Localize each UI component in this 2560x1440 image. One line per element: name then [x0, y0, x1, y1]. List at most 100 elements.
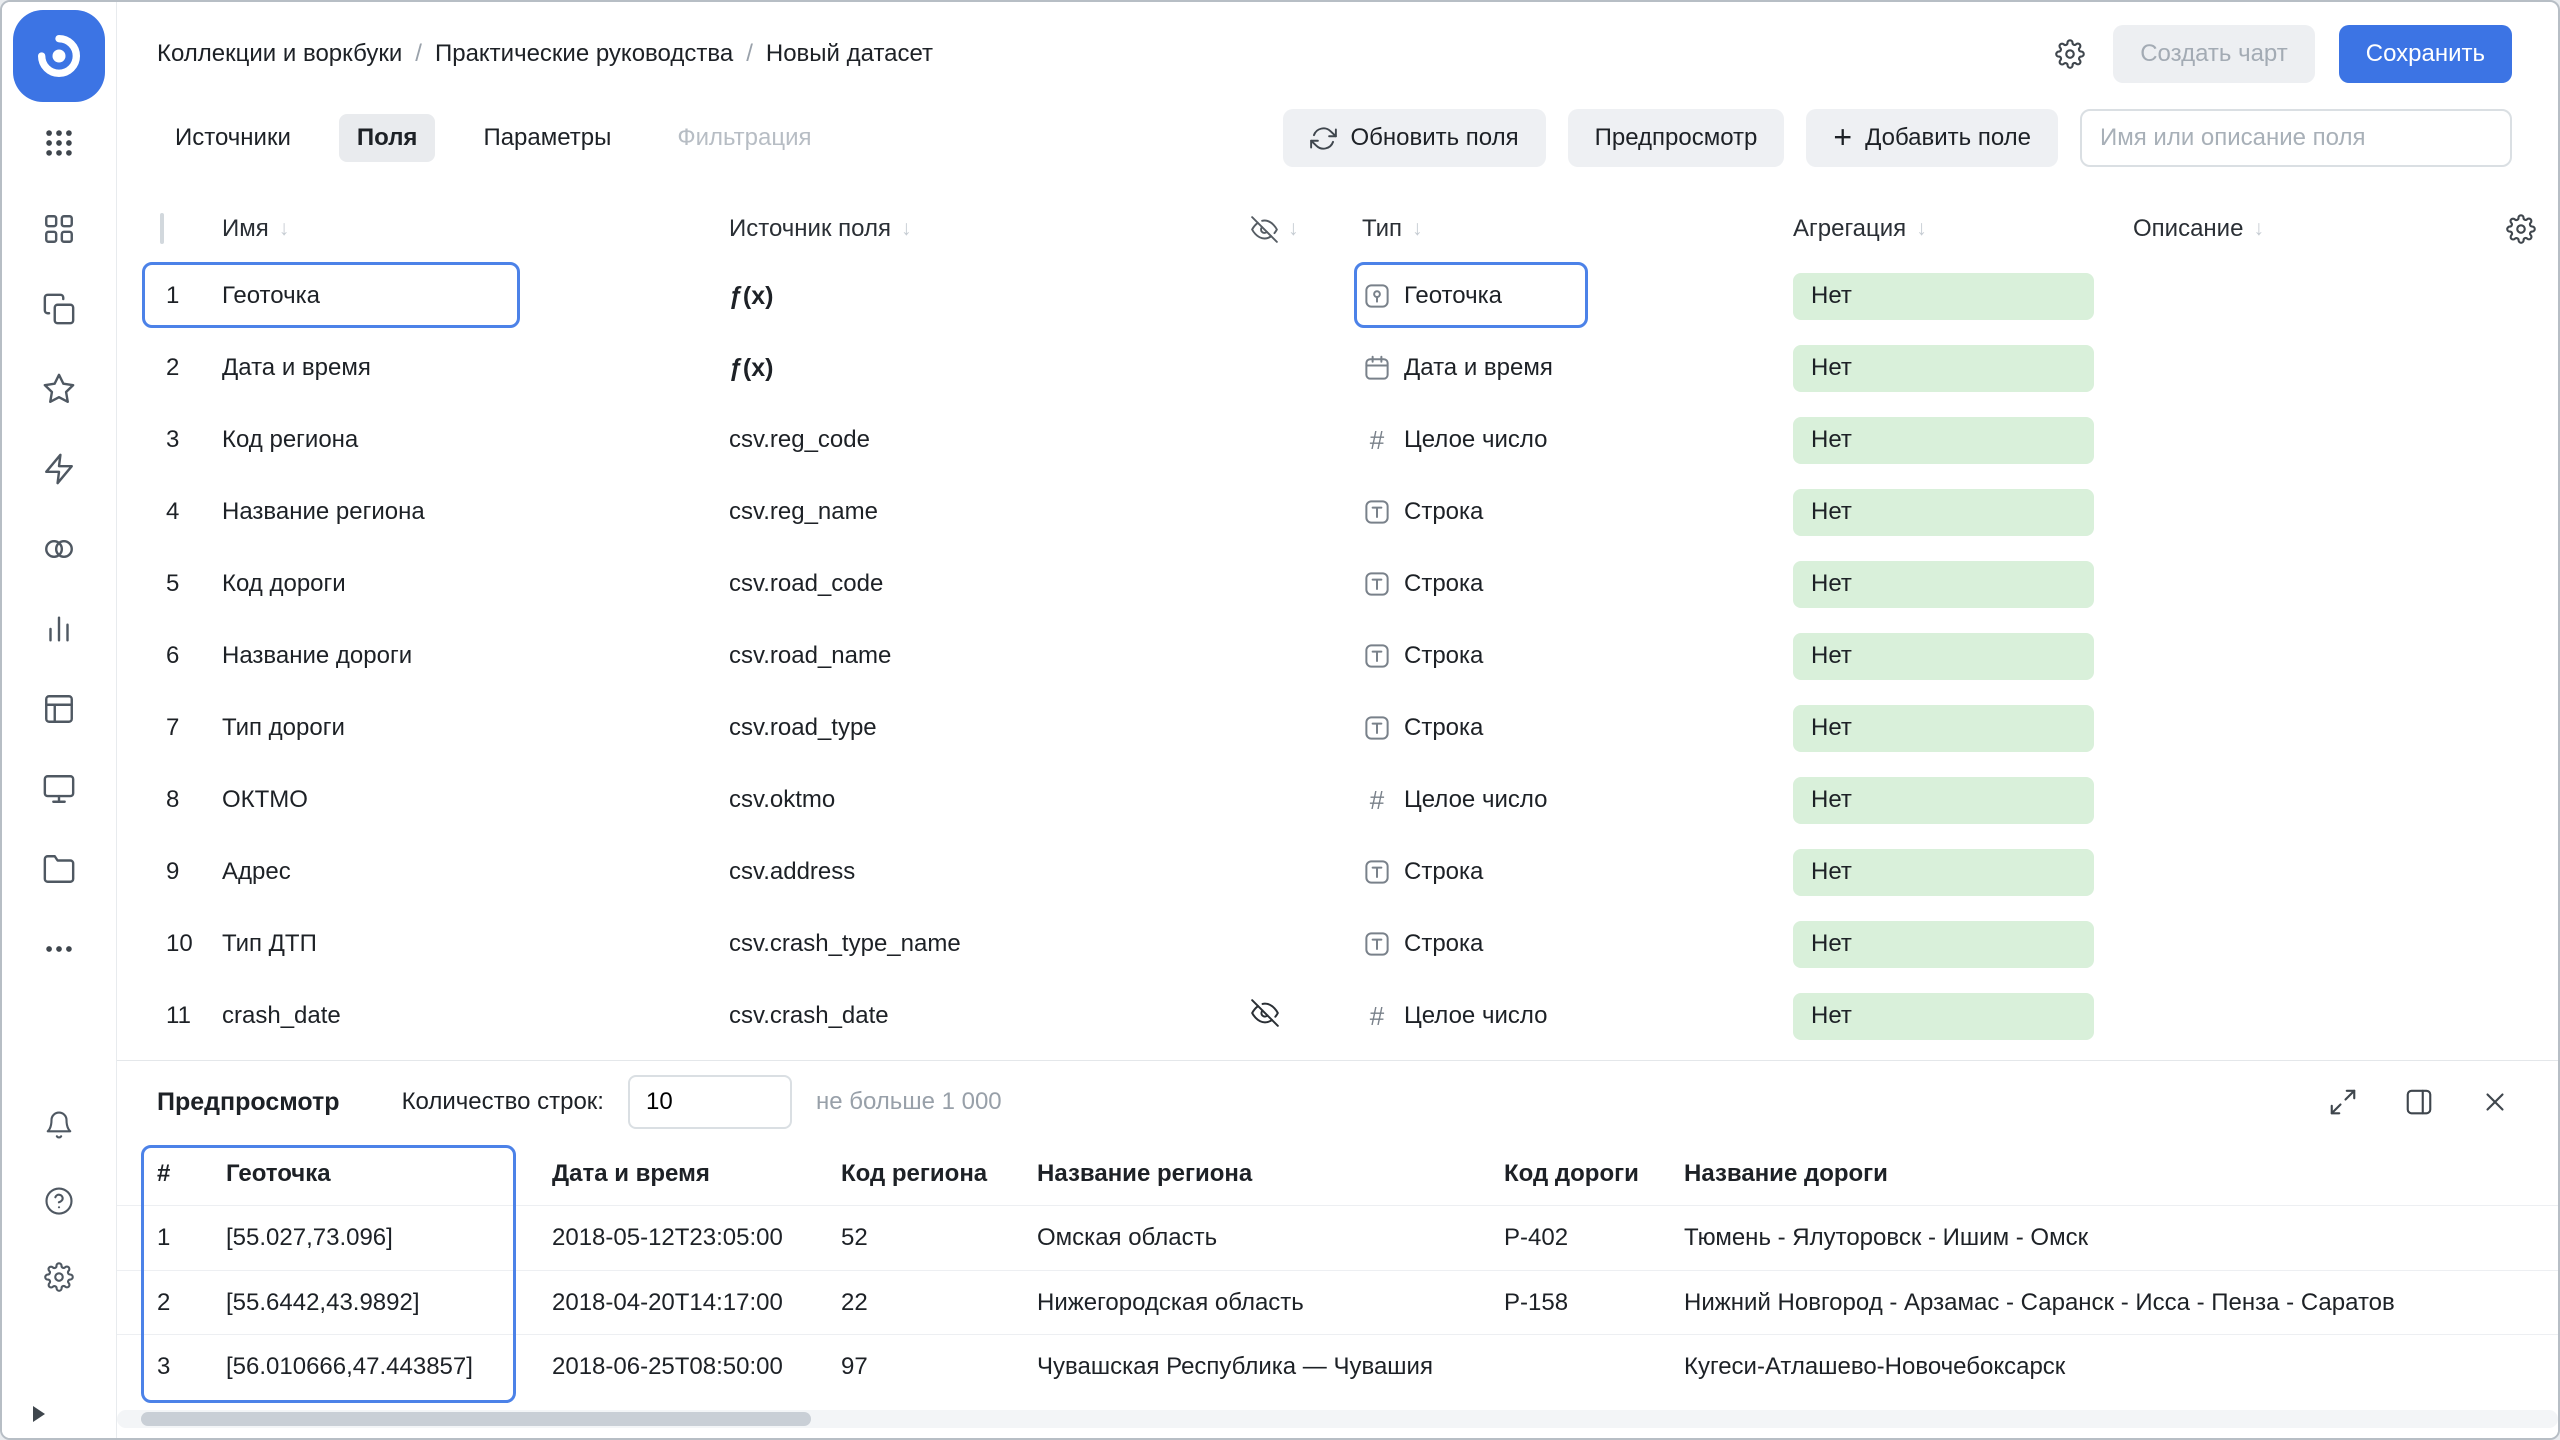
charts-icon[interactable] [42, 612, 76, 646]
field-row[interactable]: 8 ОКТМО csv.oktmo #Целое число Нет [117, 764, 2558, 836]
field-type-cell[interactable]: #Целое число [1362, 785, 1793, 816]
field-row[interactable]: 7 Тип дороги csv.road_type Строка Нет [117, 692, 2558, 764]
field-type-cell[interactable]: Дата и время [1362, 353, 1793, 383]
select-all-checkbox[interactable] [160, 213, 164, 244]
field-name-cell[interactable]: crash_date [222, 1002, 729, 1030]
horizontal-scrollbar-thumb[interactable] [141, 1412, 811, 1426]
field-type-cell[interactable]: #Целое число [1362, 1001, 1793, 1032]
aggregation-select[interactable]: Нет [1793, 561, 2094, 608]
aggregation-select[interactable]: Нет [1793, 273, 2094, 320]
datasets-icon[interactable] [42, 692, 76, 726]
collections-icon[interactable] [42, 292, 76, 326]
help-icon[interactable] [44, 1186, 74, 1216]
close-preview-icon[interactable] [2476, 1083, 2514, 1121]
field-type-cell[interactable]: Строка [1362, 857, 1793, 887]
aggregation-select[interactable]: Нет [1793, 921, 2094, 968]
sort-arrow-icon[interactable]: ↓ [1412, 217, 1423, 241]
field-name-cell[interactable]: Код региона [222, 426, 729, 454]
dataset-settings-gear-icon[interactable] [2051, 35, 2089, 73]
dashboards-icon[interactable] [42, 212, 76, 246]
field-row[interactable]: 10 Тип ДТП csv.crash_type_name Строка Не… [117, 908, 2558, 980]
field-name-cell[interactable]: Тип ДТП [222, 930, 729, 958]
column-header-source: Источник поля [729, 215, 891, 243]
field-name-cell[interactable]: Код дороги [222, 570, 729, 598]
favorites-icon[interactable] [42, 372, 76, 406]
add-field-button[interactable]: + Добавить поле [1806, 109, 2058, 167]
row-number: 8 [154, 786, 222, 814]
field-name-cell[interactable]: Адрес [222, 858, 729, 886]
field-name-cell[interactable]: ОКТМО [222, 786, 729, 814]
collapse-icon[interactable] [26, 1402, 50, 1426]
field-row[interactable]: 11 crash_date csv.crash_date #Целое числ… [117, 980, 2558, 1052]
sort-arrow-icon[interactable]: ↓ [1916, 217, 1927, 241]
field-row[interactable]: 1 Геоточка ƒ(x) Геоточка Нет [117, 260, 2558, 332]
create-chart-button[interactable]: Создать чарт [2113, 25, 2315, 83]
preview-cell: 22 [841, 1289, 1037, 1317]
editor-icon[interactable] [42, 452, 76, 486]
breadcrumb-workbook[interactable]: Практические руководства [435, 40, 733, 68]
field-type-cell[interactable]: Строка [1362, 569, 1793, 599]
connections-icon[interactable] [42, 532, 76, 566]
table-settings-gear-icon[interactable] [2506, 214, 2536, 244]
save-button[interactable]: Сохранить [2339, 25, 2512, 83]
storage-icon[interactable] [42, 852, 76, 886]
aggregation-select[interactable]: Нет [1793, 705, 2094, 752]
field-row[interactable]: 2 Дата и время ƒ(x) Дата и время Нет [117, 332, 2558, 404]
tab-fields[interactable]: Поля [339, 114, 436, 162]
field-row[interactable]: 5 Код дороги csv.road_code Строка Нет [117, 548, 2558, 620]
topbar-actions: Создать чарт Сохранить [2051, 25, 2512, 83]
datalens-logo[interactable] [13, 10, 105, 102]
field-type-cell[interactable]: Строка [1362, 929, 1793, 959]
tab-parameters[interactable]: Параметры [465, 114, 629, 162]
field-row[interactable]: 3 Код региона csv.reg_code #Целое число … [117, 404, 2558, 476]
field-row[interactable]: 9 Адрес csv.address Строка Нет [117, 836, 2558, 908]
field-row[interactable]: 4 Название региона csv.reg_name Строка Н… [117, 476, 2558, 548]
aggregation-select[interactable]: Нет [1793, 345, 2094, 392]
field-source-cell: csv.crash_type_name [729, 930, 1251, 958]
tab-filtering[interactable]: Фильтрация [659, 114, 829, 162]
field-source-cell: csv.oktmo [729, 786, 1251, 814]
aggregation-select[interactable]: Нет [1793, 993, 2094, 1040]
row-count-input[interactable] [628, 1075, 792, 1129]
integer-type-icon: # [1362, 425, 1392, 456]
aggregation-select[interactable]: Нет [1793, 777, 2094, 824]
sort-arrow-icon[interactable]: ↓ [1288, 217, 1299, 241]
field-type-cell[interactable]: Строка [1362, 641, 1793, 671]
field-source-cell: csv.road_name [729, 642, 1251, 670]
aggregation-select[interactable]: Нет [1793, 489, 2094, 536]
settings-icon[interactable] [44, 1262, 74, 1292]
aggregation-select[interactable]: Нет [1793, 849, 2094, 896]
monitoring-icon[interactable] [42, 772, 76, 806]
field-type-label: Геоточка [1404, 282, 1502, 310]
tab-sources[interactable]: Источники [157, 114, 309, 162]
breadcrumb-collections[interactable]: Коллекции и воркбуки [157, 40, 402, 68]
sort-arrow-icon[interactable]: ↓ [279, 217, 290, 241]
row-number: 3 [154, 426, 222, 454]
dock-panel-icon[interactable] [2400, 1083, 2438, 1121]
field-name-cell[interactable]: Дата и время [222, 354, 729, 382]
aggregation-select[interactable]: Нет [1793, 633, 2094, 680]
refresh-fields-button[interactable]: Обновить поля [1283, 109, 1545, 167]
field-hidden-eye-off-icon[interactable] [1251, 999, 1279, 1027]
row-count-label: Количество строк: [402, 1088, 604, 1116]
field-name-cell[interactable]: Название дороги [222, 642, 729, 670]
apps-grid-icon[interactable] [42, 126, 76, 160]
field-name-cell[interactable]: Геоточка [222, 282, 729, 310]
aggregation-select[interactable]: Нет [1793, 417, 2094, 464]
preview-toggle-button[interactable]: Предпросмотр [1568, 109, 1785, 167]
field-type-cell[interactable]: Строка [1362, 497, 1793, 527]
field-search-input[interactable] [2080, 109, 2512, 167]
expand-preview-icon[interactable] [2324, 1083, 2362, 1121]
field-name-cell[interactable]: Тип дороги [222, 714, 729, 742]
sort-arrow-icon[interactable]: ↓ [901, 217, 912, 241]
sort-arrow-icon[interactable]: ↓ [2253, 217, 2264, 241]
field-type-cell[interactable]: #Целое число [1362, 425, 1793, 456]
preview-cell: 1 [157, 1224, 226, 1252]
formula-icon: ƒ(x) [729, 282, 1251, 311]
field-type-cell[interactable]: Строка [1362, 713, 1793, 743]
more-icon[interactable] [42, 932, 76, 966]
field-name-cell[interactable]: Название региона [222, 498, 729, 526]
field-row[interactable]: 6 Название дороги csv.road_name Строка Н… [117, 620, 2558, 692]
field-type-cell[interactable]: Геоточка [1362, 281, 1793, 311]
notifications-icon[interactable] [44, 1110, 74, 1140]
